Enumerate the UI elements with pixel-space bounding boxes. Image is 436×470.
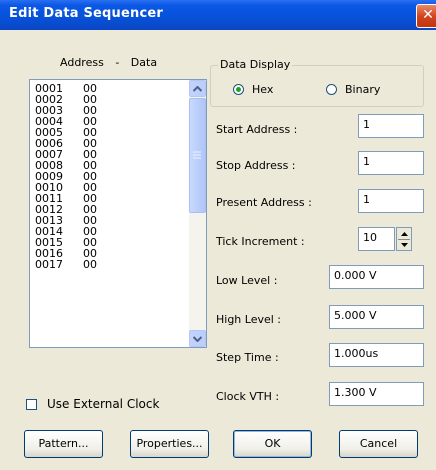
tick-increment-input[interactable]: 10	[358, 227, 395, 251]
triangle-up-icon	[400, 232, 408, 236]
list-item[interactable]: 0017 00	[30, 259, 190, 270]
scroll-up-button[interactable]	[189, 80, 206, 97]
pattern-button[interactable]: Pattern...	[24, 430, 103, 458]
header-separator: -	[115, 56, 120, 69]
chevron-down-icon	[192, 336, 203, 343]
clock-vth-input[interactable]: 1.300 V	[329, 382, 424, 406]
hex-radio[interactable]	[233, 84, 244, 95]
title-bar[interactable]: Edit Data Sequencer ✕	[0, 0, 436, 30]
list-rows: 0001 00 0002 00 0003 00 0004 00 0005 00 0006 00 0007…	[30, 83, 190, 270]
properties-button[interactable]: Properties...	[130, 430, 209, 458]
list-header: Address - Data	[60, 56, 157, 69]
low-level-label: Low Level :	[216, 274, 278, 287]
step-time-label: Step Time :	[216, 351, 279, 364]
radio-selected-dot	[236, 87, 241, 92]
present-address-label: Present Address :	[216, 196, 312, 209]
binary-radio-label[interactable]: Binary	[345, 83, 380, 96]
triangle-down-icon	[400, 243, 408, 247]
close-icon: ✕	[422, 7, 434, 23]
scroll-thumb[interactable]	[189, 98, 206, 213]
header-address: Address	[60, 56, 104, 69]
tick-increment-label: Tick Increment :	[216, 235, 305, 248]
list-scrollbar[interactable]	[189, 80, 206, 347]
binary-radio[interactable]	[326, 84, 337, 95]
header-data: Data	[130, 56, 158, 69]
scroll-down-button[interactable]	[189, 330, 206, 347]
stop-address-label: Stop Address :	[216, 159, 296, 172]
list-item-data: 00	[83, 258, 97, 271]
high-level-input[interactable]: 5.000 V	[329, 305, 424, 329]
address-data-list[interactable]: 0001 00 0002 00 0003 00 0004 00 0005 00 0006 00 0007…	[29, 79, 207, 348]
chevron-up-icon	[192, 85, 203, 92]
start-address-input[interactable]: 1	[358, 114, 424, 138]
window-title: Edit Data Sequencer	[9, 6, 164, 21]
spin-down-button[interactable]	[398, 240, 410, 250]
high-level-label: High Level :	[216, 313, 282, 326]
clock-vth-label: Clock VTH :	[216, 390, 280, 403]
start-address-label: Start Address :	[216, 123, 298, 136]
data-display-title: Data Display	[218, 58, 293, 71]
tick-increment-spinner[interactable]	[396, 227, 412, 251]
present-address-input[interactable]: 1	[358, 189, 424, 213]
grip-icon	[193, 151, 201, 159]
low-level-input[interactable]: 0.000 V	[329, 265, 424, 289]
use-external-clock-checkbox[interactable]	[26, 399, 37, 410]
use-external-clock-label[interactable]: Use External Clock	[47, 397, 159, 411]
list-item-address: 0017	[35, 258, 63, 271]
hex-radio-label[interactable]: Hex	[252, 83, 273, 96]
step-time-input[interactable]: 1.000us	[329, 343, 424, 367]
stop-address-input[interactable]: 1	[358, 151, 424, 175]
close-button[interactable]: ✕	[416, 4, 436, 28]
ok-button[interactable]: OK	[233, 430, 312, 458]
spin-up-button[interactable]	[398, 229, 410, 239]
cancel-button[interactable]: Cancel	[339, 430, 418, 458]
